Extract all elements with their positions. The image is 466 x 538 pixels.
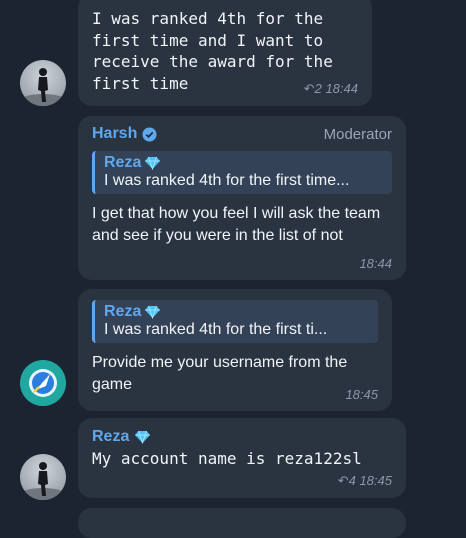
bot-logo-icon [20, 360, 66, 406]
avatar-harsh[interactable] [20, 360, 66, 406]
avatar-reza[interactable] [20, 60, 66, 106]
message-time: 18:44 [359, 256, 392, 271]
quote-sender-label: Reza [104, 154, 142, 171]
reply-quote[interactable]: Reza I was ranked 4th for the first time… [92, 151, 392, 194]
message-time: 18:45 [359, 473, 392, 488]
message-time: 18:45 [345, 387, 378, 402]
diamond-icon [135, 430, 151, 444]
message-bubble-4[interactable]: Reza My account name is reza122sl ↶4 18:… [78, 418, 406, 498]
reply-count: 2 [314, 81, 322, 96]
reply-arrow-icon[interactable]: ↶ [338, 473, 349, 488]
reply-quote[interactable]: Reza I was ranked 4th for the first ti..… [92, 300, 378, 343]
diamond-icon [145, 305, 161, 319]
avatar-reza[interactable] [20, 454, 66, 500]
quote-sender-label: Reza [104, 303, 142, 320]
message-text: I get that how you feel I will ask the t… [92, 205, 381, 244]
message-meta: 18:45 [345, 387, 378, 402]
moderator-badge: Moderator [323, 125, 392, 143]
sender-label: Reza [92, 428, 130, 445]
reply-count: 4 [348, 473, 356, 488]
message-bubble-1[interactable]: I was ranked 4th for the first time and … [78, 0, 372, 106]
message-meta: ↶4 18:45 [338, 473, 392, 489]
quote-text: I was ranked 4th for the first time... [104, 172, 350, 189]
quote-text: I was ranked 4th for the first ti... [104, 321, 328, 338]
sender-label: Harsh [92, 125, 138, 142]
verified-badge-icon [142, 126, 157, 142]
quote-sender: Reza [104, 303, 370, 321]
sender-name[interactable]: Harsh [92, 125, 157, 143]
message-meta: ↶2 18:44 [304, 81, 358, 97]
message-bubble-3[interactable]: Reza I was ranked 4th for the first ti..… [78, 289, 392, 411]
message-text: My account name is reza122sl [92, 449, 362, 468]
person-silhouette-icon [21, 462, 65, 500]
message-time: 18:44 [325, 81, 358, 96]
person-silhouette-icon [21, 68, 65, 106]
sender-name[interactable]: Reza [92, 428, 392, 446]
message-bubble-2[interactable]: Harsh Moderator Reza I was ranked 4th fo… [78, 116, 406, 280]
diamond-icon [145, 156, 161, 170]
quote-sender: Reza [104, 154, 384, 172]
reply-arrow-icon[interactable]: ↶ [304, 81, 315, 96]
message-meta: 18:44 [359, 256, 392, 271]
message-text: Provide me your username from the game [92, 354, 348, 393]
message-bubble-5[interactable] [78, 508, 406, 538]
